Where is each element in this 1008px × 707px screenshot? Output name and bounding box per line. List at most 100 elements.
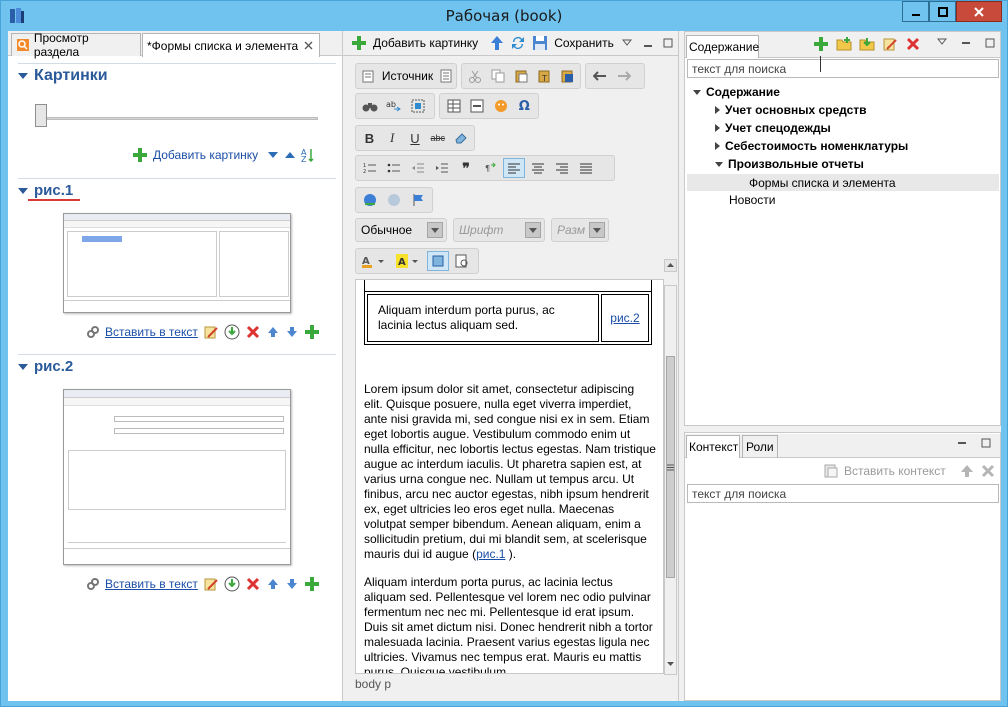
pane-menu-icon[interactable] (622, 39, 632, 47)
add-folder-icon[interactable] (836, 36, 852, 52)
insert-into-text-link[interactable]: Вставить в текст (105, 577, 198, 591)
align-right-icon[interactable] (551, 158, 573, 178)
scroll-down-icon[interactable] (665, 658, 676, 669)
add-plus-icon[interactable] (351, 35, 367, 51)
document-icon[interactable] (439, 69, 453, 83)
pane-minimize-icon[interactable] (961, 38, 971, 48)
indent-icon[interactable] (431, 158, 453, 178)
source-button[interactable]: Источник (382, 69, 433, 83)
zoom-slider-thumb[interactable] (35, 104, 47, 127)
pane-maximize-icon[interactable] (985, 38, 995, 48)
scrollbar-thumb[interactable] (666, 356, 675, 578)
vertical-scrollbar[interactable] (664, 285, 677, 675)
blockquote-icon[interactable]: ❞ (455, 158, 477, 178)
arrow-up-icon[interactable] (490, 35, 504, 51)
paste-icon[interactable] (511, 66, 532, 86)
picture-thumbnail-1[interactable] (63, 213, 291, 313)
background-color-icon[interactable]: A (393, 251, 425, 271)
tree-root[interactable]: Содержание (693, 85, 780, 99)
move-up-icon[interactable] (266, 577, 280, 591)
move-down-icon[interactable] (285, 577, 299, 591)
anchor-flag-icon[interactable] (407, 190, 429, 210)
refresh-icon[interactable] (510, 35, 526, 51)
tab-contents[interactable]: Содержание (686, 35, 759, 58)
copy-icon[interactable] (488, 66, 509, 86)
text-direction-icon[interactable]: ¶ (479, 158, 501, 178)
tree-item-selected[interactable]: Формы списка и элемента (687, 174, 999, 191)
edit-icon[interactable] (203, 324, 219, 340)
paragraph-style-select[interactable]: Обычное (355, 218, 447, 242)
add-plus-icon[interactable] (813, 36, 829, 52)
move-up-icon[interactable] (959, 463, 975, 479)
sort-up-icon[interactable] (284, 150, 296, 160)
strikethrough-icon[interactable]: abc (427, 128, 448, 148)
picture-item-header[interactable]: рис.1 (18, 182, 73, 199)
outdent-icon[interactable] (407, 158, 429, 178)
bulleted-list-icon[interactable] (383, 158, 405, 178)
paste-text-icon[interactable]: T (533, 66, 554, 86)
tab-roles[interactable]: Роли (742, 435, 778, 458)
contents-search-input[interactable]: текст для поиска (687, 59, 999, 78)
cut-icon[interactable] (465, 66, 486, 86)
horizontal-line-icon[interactable] (467, 96, 489, 116)
tab-forms[interactable]: *Формы списка и элемента (142, 33, 320, 57)
special-char-icon[interactable]: Ω (514, 96, 536, 116)
context-search-input[interactable]: текст для поиска (687, 484, 999, 503)
size-select[interactable]: Разм (551, 218, 609, 242)
tree-item[interactable]: Себестоимость номенклатуры (715, 139, 908, 153)
replace-icon[interactable]: ab (383, 96, 405, 116)
tree-item[interactable]: Учет основных средств (715, 103, 867, 117)
move-down-icon[interactable] (285, 325, 299, 339)
italic-icon[interactable]: I (382, 128, 403, 148)
move-up-icon[interactable] (266, 325, 280, 339)
remove-link-icon[interactable] (383, 190, 405, 210)
underline-icon[interactable]: U (405, 128, 426, 148)
table-icon[interactable] (443, 96, 465, 116)
close-button[interactable] (956, 1, 1002, 22)
move-into-folder-icon[interactable] (859, 36, 875, 52)
smiley-icon[interactable] (490, 96, 512, 116)
maximize-button[interactable] (929, 1, 956, 22)
minimize-button[interactable] (902, 1, 929, 22)
add-plus-icon[interactable] (304, 324, 320, 340)
align-left-icon[interactable] (503, 158, 525, 178)
splitter[interactable] (684, 425, 1001, 433)
insert-context-button[interactable]: Вставить контекст (844, 464, 946, 478)
rich-text-editor[interactable]: Aliquam interdum porta purus, ac lacinia… (355, 279, 664, 674)
save-button[interactable]: Сохранить (554, 36, 614, 50)
show-blocks-icon[interactable] (427, 251, 449, 271)
save-icon[interactable] (532, 35, 548, 51)
pane-minimize-icon[interactable] (643, 39, 653, 49)
numbered-list-icon[interactable]: 12 (359, 158, 381, 178)
insert-into-text-link[interactable]: Вставить в текст (105, 325, 198, 339)
download-icon[interactable] (224, 324, 240, 340)
tree-item[interactable]: Произвольные отчеты (715, 157, 864, 171)
insert-link-icon[interactable] (359, 190, 381, 210)
picture-item-header[interactable]: рис.2 (18, 358, 73, 375)
sort-down-icon[interactable] (267, 150, 279, 160)
delete-icon[interactable] (245, 324, 261, 340)
scroll-up-button[interactable] (664, 259, 677, 272)
paste-word-icon[interactable] (556, 66, 577, 86)
add-plus-icon[interactable] (132, 147, 148, 163)
undo-icon[interactable] (589, 66, 611, 86)
text-color-icon[interactable]: A (359, 251, 391, 271)
tree-item[interactable]: Учет спецодежды (715, 121, 831, 135)
pictures-section-header[interactable]: Картинки (18, 67, 108, 85)
pane-maximize-icon[interactable] (663, 38, 673, 48)
bold-icon[interactable]: B (359, 128, 380, 148)
delete-icon[interactable] (245, 576, 261, 592)
pane-menu-icon[interactable] (937, 38, 947, 46)
tree-item[interactable]: Новости (729, 193, 775, 207)
add-picture-link[interactable]: Добавить картинку (153, 148, 258, 162)
picture-thumbnail-2[interactable] (63, 389, 291, 565)
edit-icon[interactable] (882, 36, 898, 52)
font-select[interactable]: Шрифт (453, 218, 545, 242)
add-picture-button[interactable]: Добавить картинку (373, 36, 478, 50)
find-icon[interactable] (359, 96, 381, 116)
picture-link[interactable]: рис.1 (476, 547, 505, 561)
add-plus-icon[interactable] (304, 576, 320, 592)
sort-az-icon[interactable]: AZ (301, 147, 315, 163)
tab-close-icon[interactable] (304, 41, 313, 50)
tab-context[interactable]: Контекст (686, 435, 740, 458)
